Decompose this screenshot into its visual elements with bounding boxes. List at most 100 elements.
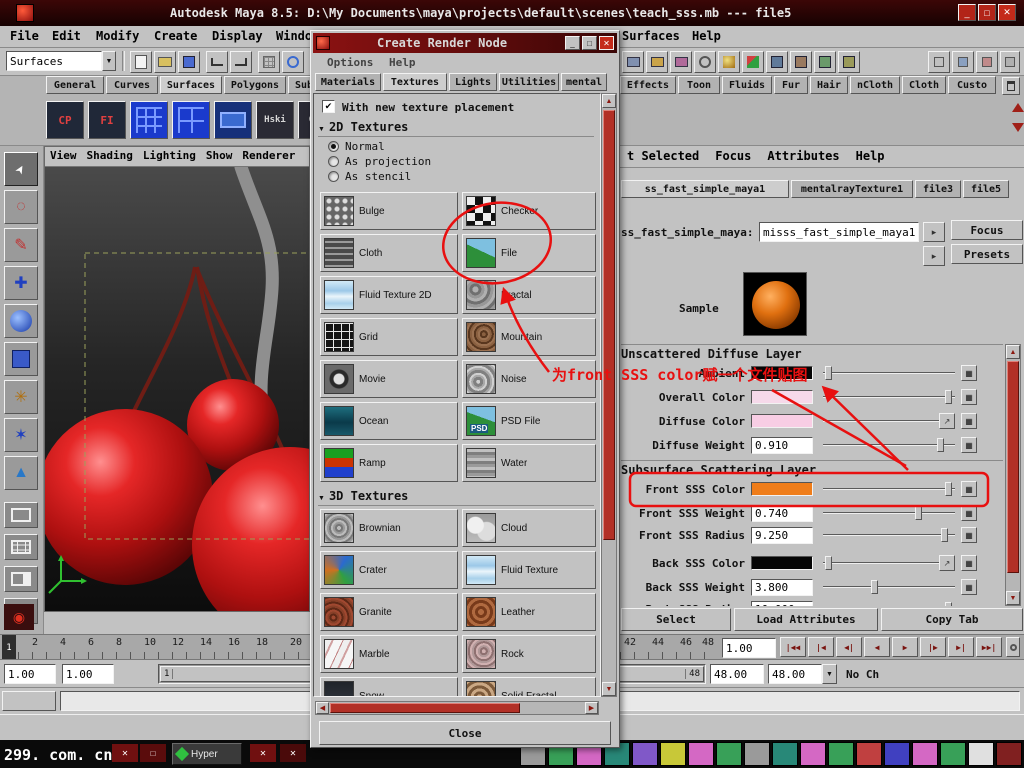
- back-sss-weight-slider[interactable]: [823, 578, 955, 596]
- normal-radio[interactable]: [328, 141, 339, 152]
- back-sss-radius-field[interactable]: 10.000: [751, 601, 813, 606]
- range-end-grip[interactable]: 48: [685, 669, 703, 679]
- projection-radio[interactable]: [328, 156, 339, 167]
- layout-single-pane-icon[interactable]: [4, 502, 38, 528]
- diffuse-weight-map-button[interactable]: ▦: [961, 437, 977, 453]
- dialog-close-button[interactable]: ✕: [599, 36, 614, 50]
- command-line-mode-button[interactable]: [2, 691, 56, 711]
- texture-button-cloth[interactable]: Cloth: [320, 234, 458, 272]
- toolbox-icon-c[interactable]: [814, 51, 836, 73]
- ae-scroll-thumb[interactable]: [1007, 361, 1019, 573]
- hypershade-icon[interactable]: [718, 51, 740, 73]
- ae-tab-sss-material[interactable]: ss_fast_simple_maya1: [621, 180, 789, 198]
- render-globals-icon[interactable]: [694, 51, 716, 73]
- diffuse-weight-field[interactable]: 0.910: [751, 437, 813, 454]
- shelf-tab-curves[interactable]: Curves: [106, 76, 158, 94]
- overall-color-map-button[interactable]: ▦: [961, 389, 977, 405]
- viewport-menu-show[interactable]: Show: [201, 147, 238, 166]
- texture-button-file[interactable]: File: [462, 234, 596, 272]
- viewport-menu-lighting[interactable]: Lighting: [138, 147, 201, 166]
- ae-menu-list-selected[interactable]: t Selected: [619, 146, 707, 167]
- layout-four-pane-icon[interactable]: [4, 534, 38, 560]
- anim-prefs-icon[interactable]: [1006, 637, 1020, 657]
- show-manip-mini-icon[interactable]: [928, 51, 950, 73]
- texture-button-bulge[interactable]: Bulge: [320, 192, 458, 230]
- diffuse-color-swatch[interactable]: [751, 414, 813, 428]
- dialog-tab-materials[interactable]: Materials: [315, 73, 381, 91]
- ae-menu-help[interactable]: Help: [848, 146, 893, 167]
- shelf-tab-polygons[interactable]: Polygons: [224, 76, 286, 94]
- back-sss-color-slider[interactable]: [823, 554, 955, 572]
- mini-window-close-icon-3[interactable]: ✕: [280, 744, 306, 762]
- shelf-icon-hski[interactable]: Hski: [256, 101, 294, 139]
- mini-window-close-icon[interactable]: ✕: [112, 744, 138, 762]
- menu-help[interactable]: Help: [684, 26, 729, 46]
- texture-button-granite[interactable]: Granite: [320, 593, 458, 631]
- ambient-color-swatch[interactable]: [751, 366, 813, 380]
- snap-mini-icon-2[interactable]: [976, 51, 998, 73]
- diffuse-color-map-button[interactable]: ▦: [961, 413, 977, 429]
- shelf-icon-cp[interactable]: CP: [46, 101, 84, 139]
- ae-tab-file3[interactable]: file3: [915, 180, 961, 198]
- shelf-tab-hair[interactable]: Hair: [810, 76, 848, 94]
- dialog-close-action-button[interactable]: Close: [319, 721, 611, 745]
- load-attributes-button[interactable]: Load Attributes: [734, 608, 878, 631]
- toolbox-icon-a[interactable]: [766, 51, 788, 73]
- texture-button-movie[interactable]: Movie: [320, 360, 458, 398]
- open-scene-icon[interactable]: [154, 51, 176, 73]
- dialog-tab-textures[interactable]: Textures: [383, 73, 447, 91]
- ae-scrollbar[interactable]: ▲ ▼: [1005, 344, 1021, 606]
- front-sss-color-swatch[interactable]: [751, 482, 813, 496]
- cherry-right[interactable]: [192, 447, 309, 611]
- dialog-scroll-thumb[interactable]: [603, 110, 615, 540]
- menu-edit[interactable]: Edit: [44, 26, 89, 46]
- front-sss-weight-field[interactable]: 0.740: [751, 505, 813, 522]
- dialog-maximize-button[interactable]: □: [582, 36, 597, 50]
- texture-button-leather[interactable]: Leather: [462, 593, 596, 631]
- anim-start-field[interactable]: 1.00: [4, 664, 56, 684]
- ae-tab-mentalray-texture[interactable]: mentalrayTexture1: [791, 180, 913, 198]
- render-current-icon[interactable]: [646, 51, 668, 73]
- dialog-scroll-right-icon[interactable]: ▶: [585, 702, 598, 714]
- front-sss-radius-map-button[interactable]: ▦: [961, 527, 977, 543]
- tool-mode-dropdown-icon[interactable]: ▼: [102, 51, 116, 71]
- ae-scroll-up-icon[interactable]: ▲: [1006, 345, 1020, 359]
- cherry-left[interactable]: [45, 409, 213, 585]
- dialog-menu-help[interactable]: Help: [381, 53, 424, 72]
- paint-effects-icon[interactable]: [742, 51, 764, 73]
- back-sss-color-map-button[interactable]: ▦: [961, 555, 977, 571]
- shelf-tab-custom[interactable]: Custo: [948, 76, 996, 94]
- new-scene-icon[interactable]: [130, 51, 152, 73]
- playback-end-field[interactable]: 48.00: [710, 664, 764, 684]
- snap-mini-icon-3[interactable]: [1000, 51, 1020, 73]
- front-sss-radius-slider[interactable]: [823, 526, 955, 544]
- texture-button-water[interactable]: Water: [462, 444, 596, 482]
- select-tool-icon[interactable]: ➤: [4, 152, 38, 186]
- shelf-trash-icon[interactable]: [1002, 77, 1020, 95]
- material-sample-swatch[interactable]: [743, 272, 807, 336]
- anim-end-field[interactable]: 48.00: [768, 664, 822, 684]
- diffuse-section-header[interactable]: Unscattered Diffuse Layer: [621, 344, 1003, 361]
- select-button[interactable]: Select: [621, 608, 731, 631]
- ae-tab-file5[interactable]: file5: [963, 180, 1009, 198]
- texture-button-marble[interactable]: Marble: [320, 635, 458, 673]
- texture-button-ramp[interactable]: Ramp: [320, 444, 458, 482]
- step-back-frame-button[interactable]: ◀|: [836, 637, 862, 657]
- move-tool-icon[interactable]: ✚: [4, 266, 38, 300]
- shelf-scroll-up-icon[interactable]: [1012, 103, 1024, 112]
- soft-mod-tool-icon[interactable]: ✳: [4, 380, 38, 414]
- back-sss-weight-map-button[interactable]: ▦: [961, 579, 977, 595]
- shelf-tab-general[interactable]: General: [46, 76, 104, 94]
- shelf-icon-grid-1[interactable]: [130, 101, 168, 139]
- toolbox-icon-d[interactable]: [838, 51, 860, 73]
- ae-menu-attributes[interactable]: Attributes: [759, 146, 847, 167]
- front-sss-color-slider[interactable]: [823, 480, 955, 498]
- snap-grid-icon[interactable]: [258, 51, 280, 73]
- render-view-icon[interactable]: [622, 51, 644, 73]
- ipr-render-icon[interactable]: [670, 51, 692, 73]
- radio-row-stencil[interactable]: As stencil: [328, 170, 411, 183]
- dialog-h-scrollbar[interactable]: ◀ ▶: [315, 701, 599, 715]
- copy-tab-button[interactable]: Copy Tab: [881, 608, 1023, 631]
- save-scene-icon[interactable]: [178, 51, 200, 73]
- layout-split-pane-icon[interactable]: [4, 566, 38, 592]
